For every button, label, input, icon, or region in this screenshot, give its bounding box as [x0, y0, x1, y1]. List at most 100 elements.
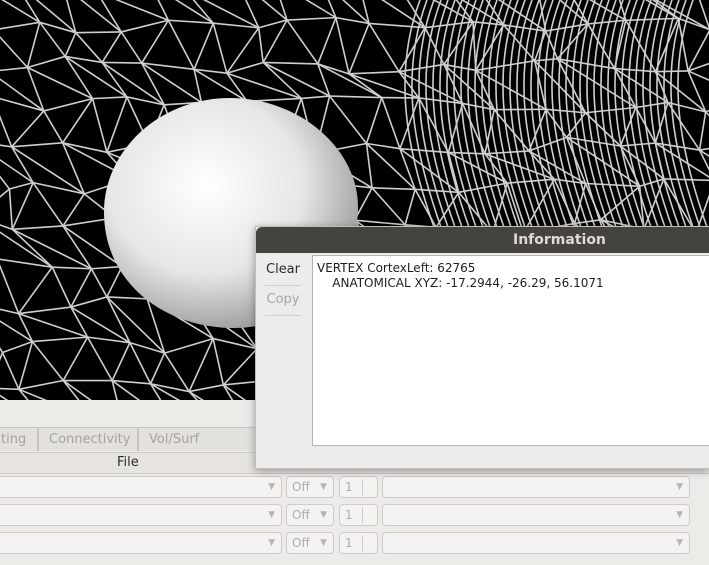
mesh-edge: [643, 178, 665, 230]
mesh-edge: [27, 55, 66, 69]
count-spinbox[interactable]: 1: [339, 476, 378, 498]
mesh-edge: [106, 266, 123, 298]
tab-connectivity[interactable]: Connectivity: [38, 427, 138, 451]
mesh-edge: [26, 22, 41, 68]
mesh-edge: [587, 19, 626, 25]
mesh-edge: [91, 98, 108, 153]
mesh-edge: [528, 136, 567, 152]
mesh-edge: [64, 32, 77, 57]
extra-combo[interactable]: ▼: [382, 476, 690, 498]
mesh-edge: [262, 61, 302, 100]
mesh-edge: [0, 352, 4, 362]
mesh-edge: [222, 348, 258, 386]
mesh-edge: [0, 387, 19, 391]
mesh-edge: [62, 142, 108, 154]
count-spinbox[interactable]: 1: [339, 504, 378, 526]
mesh-edge: [75, 32, 103, 63]
status-value: Off: [292, 536, 310, 550]
file-combo[interactable]: ▼: [0, 532, 282, 554]
mesh-edge: [348, 70, 400, 75]
mesh-edge: [0, 97, 45, 112]
mesh-edge: [164, 337, 214, 354]
mesh-edge: [0, 188, 10, 198]
mesh-edge: [585, 106, 636, 114]
tab-label: Connectivity: [49, 432, 131, 447]
mesh-edge: [620, 142, 656, 147]
mesh-edge: [32, 182, 64, 227]
status-combo[interactable]: Off ▼: [286, 476, 334, 498]
mesh-edge: [348, 23, 370, 75]
mesh-edge: [17, 266, 53, 315]
mesh-edge: [317, 63, 383, 99]
mesh-edge: [106, 96, 128, 153]
mesh-edge: [698, 111, 707, 151]
mesh-edge: [188, 384, 224, 393]
chevron-down-icon: ▼: [268, 510, 275, 520]
chevron-down-icon: ▼: [320, 482, 327, 492]
mesh-edge: [129, 342, 152, 385]
mesh-edge: [301, 95, 330, 100]
mesh-edge: [86, 336, 113, 381]
mesh-edge: [2, 340, 33, 354]
mesh-edge: [75, 31, 122, 34]
mesh-edge: [354, 219, 406, 226]
mesh-edge: [43, 110, 64, 144]
mesh-edge: [62, 379, 92, 400]
mesh-edge: [0, 224, 13, 231]
status-value: Off: [292, 508, 310, 522]
mesh-edge: [18, 379, 64, 391]
count-value: 1: [345, 480, 353, 494]
mesh-edge: [368, 22, 400, 73]
status-combo[interactable]: Off ▼: [286, 532, 334, 554]
mesh-edge: [106, 296, 148, 300]
dialog-title: Information: [513, 232, 606, 248]
file-combo[interactable]: ▼: [0, 504, 282, 526]
count-spinbox[interactable]: 1: [339, 532, 378, 554]
file-column-header: File: [117, 455, 139, 470]
mesh-edge: [0, 21, 40, 30]
mesh-edge: [18, 341, 34, 390]
mesh-edge: [262, 19, 288, 63]
mesh-edge: [365, 142, 416, 190]
mesh-edge: [1, 352, 20, 390]
mesh-edge: [111, 342, 131, 381]
tab-partial[interactable]: ting: [0, 427, 38, 451]
info-text-area[interactable]: VERTEX CortexLeft: 62765 ANATOMICAL XYZ:…: [312, 255, 709, 446]
mesh-edge: [112, 379, 151, 385]
tab-vol-surf-outline[interactable]: Vol/Surf Outline: [138, 427, 256, 471]
mesh-edge: [90, 268, 108, 298]
mesh-edge: [263, 61, 318, 65]
dialog-titlebar[interactable]: Information: [256, 227, 709, 253]
divider: [265, 315, 301, 316]
mesh-edge: [245, 0, 260, 29]
copy-button[interactable]: Copy: [263, 287, 303, 313]
mesh-edge: [149, 352, 166, 385]
mesh-edge: [62, 193, 85, 227]
mesh-edge: [18, 306, 72, 315]
mesh-edge: [0, 36, 29, 69]
mesh-edge: [11, 110, 45, 148]
extra-combo[interactable]: ▼: [382, 504, 690, 526]
mesh-edge: [92, 96, 127, 100]
mesh-edge: [677, 18, 689, 72]
table-row: ▼ Off ▼ 1 ▼: [0, 476, 709, 500]
mesh-edge: [329, 95, 382, 99]
chevron-down-icon: ▼: [676, 510, 683, 520]
mesh-edge: [212, 338, 225, 386]
mesh-edge: [286, 16, 336, 21]
mesh-edge: [141, 62, 165, 106]
clear-button[interactable]: Clear: [263, 257, 303, 283]
mesh-edge: [51, 266, 72, 308]
count-value: 1: [345, 508, 353, 522]
file-combo[interactable]: ▼: [0, 476, 282, 498]
mesh-edge: [24, 0, 41, 23]
mesh-edge: [212, 23, 228, 74]
extra-combo[interactable]: ▼: [382, 532, 690, 554]
status-combo[interactable]: Off ▼: [286, 504, 334, 526]
mesh-edge: [163, 352, 190, 393]
mesh-edge: [0, 115, 13, 148]
mesh-edge: [372, 187, 416, 191]
mesh-edge: [475, 59, 535, 72]
chevron-down-icon: ▼: [676, 482, 683, 492]
mesh-edge: [188, 390, 204, 400]
